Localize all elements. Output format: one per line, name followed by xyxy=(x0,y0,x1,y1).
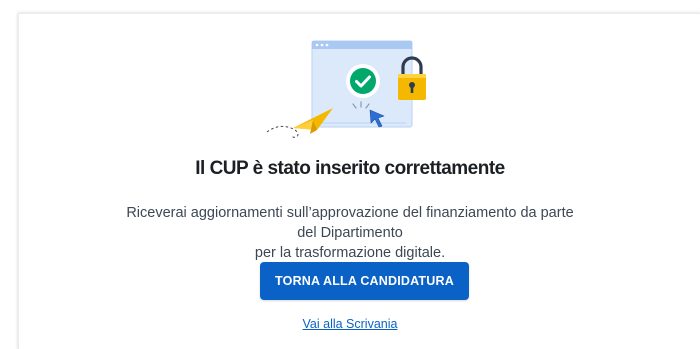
check-circle-icon xyxy=(346,64,380,98)
go-to-desk-link[interactable]: Vai alla Scrivania xyxy=(303,317,398,331)
description-line-2: per la trasformazione digitale. xyxy=(254,245,446,261)
back-to-application-button[interactable]: TORNA ALLA CANDIDATURA xyxy=(260,262,469,300)
page: Il CUP è stato inserito correttamente Ri… xyxy=(0,0,700,349)
success-browser-illustration xyxy=(266,40,426,138)
description-line-1: Riceverai aggiornamenti sull’approvazion… xyxy=(126,205,574,241)
secondary-link-container: Vai alla Scrivania xyxy=(0,317,700,331)
confirmation-title: Il CUP è stato inserito correttamente xyxy=(195,158,505,179)
confirmation-description: Riceverai aggiornamenti sull’approvazion… xyxy=(120,203,580,263)
